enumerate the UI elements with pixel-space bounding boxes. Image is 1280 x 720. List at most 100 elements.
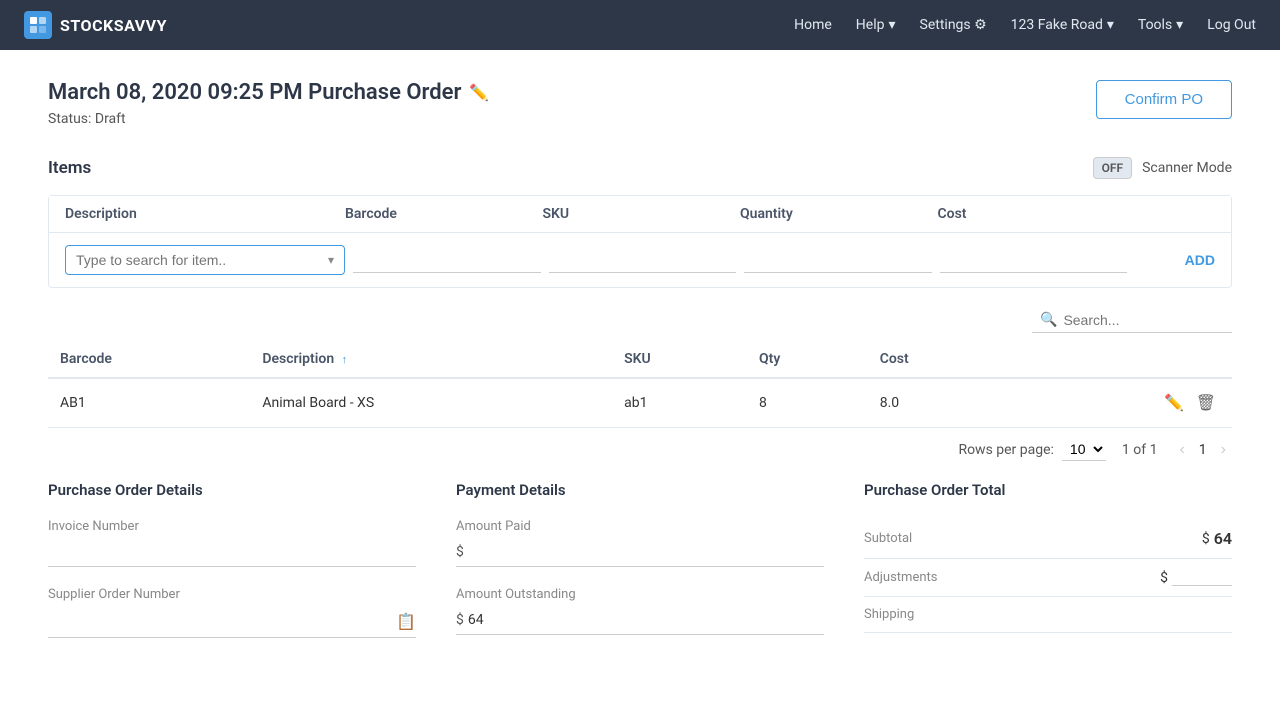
- items-title: Items: [48, 158, 91, 178]
- page-title-row: March 08, 2020 09:25 PM Purchase Order ✏…: [48, 80, 489, 105]
- search-bar: 🔍: [1032, 308, 1232, 333]
- th-sku: SKU: [612, 341, 747, 378]
- amount-paid-input[interactable]: [468, 544, 824, 560]
- sort-icon[interactable]: ↑: [342, 353, 348, 366]
- bottom-sections: Purchase Order Details Invoice Number Su…: [48, 481, 1232, 658]
- page-title-text: March 08, 2020 09:25 PM Purchase Order: [48, 80, 461, 105]
- nav-logout[interactable]: Log Out: [1207, 17, 1256, 33]
- address-chevron: ▾: [1107, 17, 1114, 33]
- edit-icon[interactable]: ✏️: [469, 83, 489, 102]
- cell-actions: ✏️ 🗑: [1009, 378, 1232, 428]
- search-bar-row: 🔍: [48, 308, 1232, 333]
- subtotal-value-row: $ 64: [1202, 529, 1232, 548]
- supplier-order-label: Supplier Order Number: [48, 587, 416, 602]
- nav-tools[interactable]: Tools ▾: [1138, 17, 1183, 33]
- scanner-mode-row: OFF Scanner Mode: [1093, 157, 1232, 179]
- status-text: Status: Draft: [48, 111, 489, 127]
- tools-chevron: ▾: [1176, 17, 1183, 33]
- col-quantity: Quantity: [740, 206, 938, 222]
- adjustments-label: Adjustments: [864, 570, 1160, 585]
- amount-paid-currency: $: [456, 544, 464, 560]
- nav-address[interactable]: 123 Fake Road ▾: [1011, 17, 1114, 33]
- amount-paid-label: Amount Paid: [456, 519, 824, 534]
- subtotal-value: 64: [1214, 529, 1232, 548]
- cell-cost: 8.0: [868, 378, 1009, 428]
- th-description: Description ↑: [250, 341, 612, 378]
- barcode-input[interactable]: [353, 248, 541, 273]
- confirm-po-button[interactable]: Confirm PO: [1096, 80, 1232, 119]
- item-search-input[interactable]: [76, 252, 328, 268]
- page-info: 1 of 1: [1122, 442, 1158, 458]
- add-table-header: Description Barcode SKU Quantity Cost: [49, 196, 1231, 233]
- subtotal-currency: $: [1202, 531, 1210, 547]
- cell-description: Animal Board - XS: [250, 378, 612, 428]
- shipping-label: Shipping: [864, 607, 1232, 622]
- po-details-title: Purchase Order Details: [48, 481, 416, 499]
- search-input[interactable]: [1063, 312, 1224, 328]
- data-table-header-row: Barcode Description ↑ SKU Qty Cost: [48, 341, 1232, 378]
- adjustments-currency: $: [1160, 570, 1168, 586]
- supplier-order-input-row: 📋: [48, 606, 416, 638]
- nav-settings[interactable]: Settings ⚙: [920, 17, 987, 33]
- amount-outstanding-currency: $: [456, 612, 464, 628]
- cost-input[interactable]: [940, 248, 1128, 273]
- po-total-title: Purchase Order Total: [864, 481, 1232, 499]
- brand-name: STOCKSAVVY: [60, 16, 167, 35]
- th-cost: Cost: [868, 341, 1009, 378]
- shipping-row: Shipping: [864, 597, 1232, 633]
- toggle-label: OFF: [1102, 161, 1123, 175]
- col-description: Description: [65, 206, 345, 222]
- pagination-row: Rows per page: 10 25 50 1 of 1 ‹ 1 ›: [48, 428, 1232, 471]
- subtotal-row: Subtotal $ 64: [864, 519, 1232, 559]
- data-table: Barcode Description ↑ SKU Qty Cost AB1 A…: [48, 341, 1232, 428]
- supplier-order-input[interactable]: [48, 614, 396, 630]
- brand-icon: [24, 11, 52, 39]
- delete-row-button[interactable]: 🗑: [1192, 393, 1220, 413]
- title-block: March 08, 2020 09:25 PM Purchase Order ✏…: [48, 80, 489, 127]
- purchase-order-total: Purchase Order Total Subtotal $ 64 Adjus…: [864, 481, 1232, 658]
- adjustments-value-row: $: [1160, 569, 1232, 586]
- nav-home[interactable]: Home: [794, 17, 832, 33]
- rows-per-page: Rows per page: 10 25 50: [958, 438, 1105, 461]
- col-sku: SKU: [543, 206, 741, 222]
- dropdown-arrow-icon: ▾: [328, 253, 334, 267]
- amount-outstanding-field: Amount Outstanding $ 64: [456, 587, 824, 635]
- scanner-toggle[interactable]: OFF: [1093, 157, 1132, 179]
- cell-sku: ab1: [612, 378, 747, 428]
- payment-details-title: Payment Details: [456, 481, 824, 499]
- rows-per-page-select[interactable]: 10 25 50: [1062, 438, 1106, 461]
- cell-barcode: AB1: [48, 378, 250, 428]
- items-header: Items OFF Scanner Mode: [48, 157, 1232, 179]
- subtotal-label: Subtotal: [864, 531, 1202, 546]
- quantity-input[interactable]: [744, 248, 932, 273]
- amount-outstanding-input-row: $ 64: [456, 606, 824, 635]
- brand: STOCKSAVVY: [24, 11, 167, 39]
- add-item-row: ▾ ADD: [49, 233, 1231, 287]
- amount-paid-field: Amount Paid $: [456, 519, 824, 567]
- current-page: 1: [1199, 442, 1207, 458]
- edit-row-button[interactable]: ✏️: [1160, 393, 1188, 413]
- supplier-order-field: Supplier Order Number 📋: [48, 587, 416, 638]
- cell-qty: 8: [747, 378, 868, 428]
- sku-input[interactable]: [549, 248, 737, 273]
- add-item-table: Description Barcode SKU Quantity Cost ▾ …: [48, 195, 1232, 288]
- page-header: March 08, 2020 09:25 PM Purchase Order ✏…: [48, 80, 1232, 127]
- rows-per-page-label: Rows per page:: [958, 442, 1053, 458]
- payment-details: Payment Details Amount Paid $ Amount Out…: [456, 481, 824, 658]
- invoice-number-input[interactable]: [48, 538, 416, 567]
- add-button[interactable]: ADD: [1135, 252, 1215, 268]
- col-cost: Cost: [938, 206, 1136, 222]
- adjustments-input[interactable]: [1172, 569, 1232, 586]
- next-page-button[interactable]: ›: [1215, 439, 1232, 461]
- th-actions: [1009, 341, 1232, 378]
- navbar: STOCKSAVVY Home Help ▾ Settings ⚙ 123 Fa…: [0, 0, 1280, 50]
- prev-page-button[interactable]: ‹: [1173, 439, 1190, 461]
- search-icon: 🔍: [1040, 312, 1057, 328]
- scanner-mode-label: Scanner Mode: [1142, 160, 1232, 176]
- amount-outstanding-label: Amount Outstanding: [456, 587, 824, 602]
- col-action: [1135, 206, 1215, 222]
- nav-help[interactable]: Help ▾: [856, 17, 896, 33]
- item-search-dropdown[interactable]: ▾: [65, 245, 345, 275]
- adjustments-row: Adjustments $: [864, 559, 1232, 597]
- navbar-links: Home Help ▾ Settings ⚙ 123 Fake Road ▾ T…: [794, 17, 1256, 33]
